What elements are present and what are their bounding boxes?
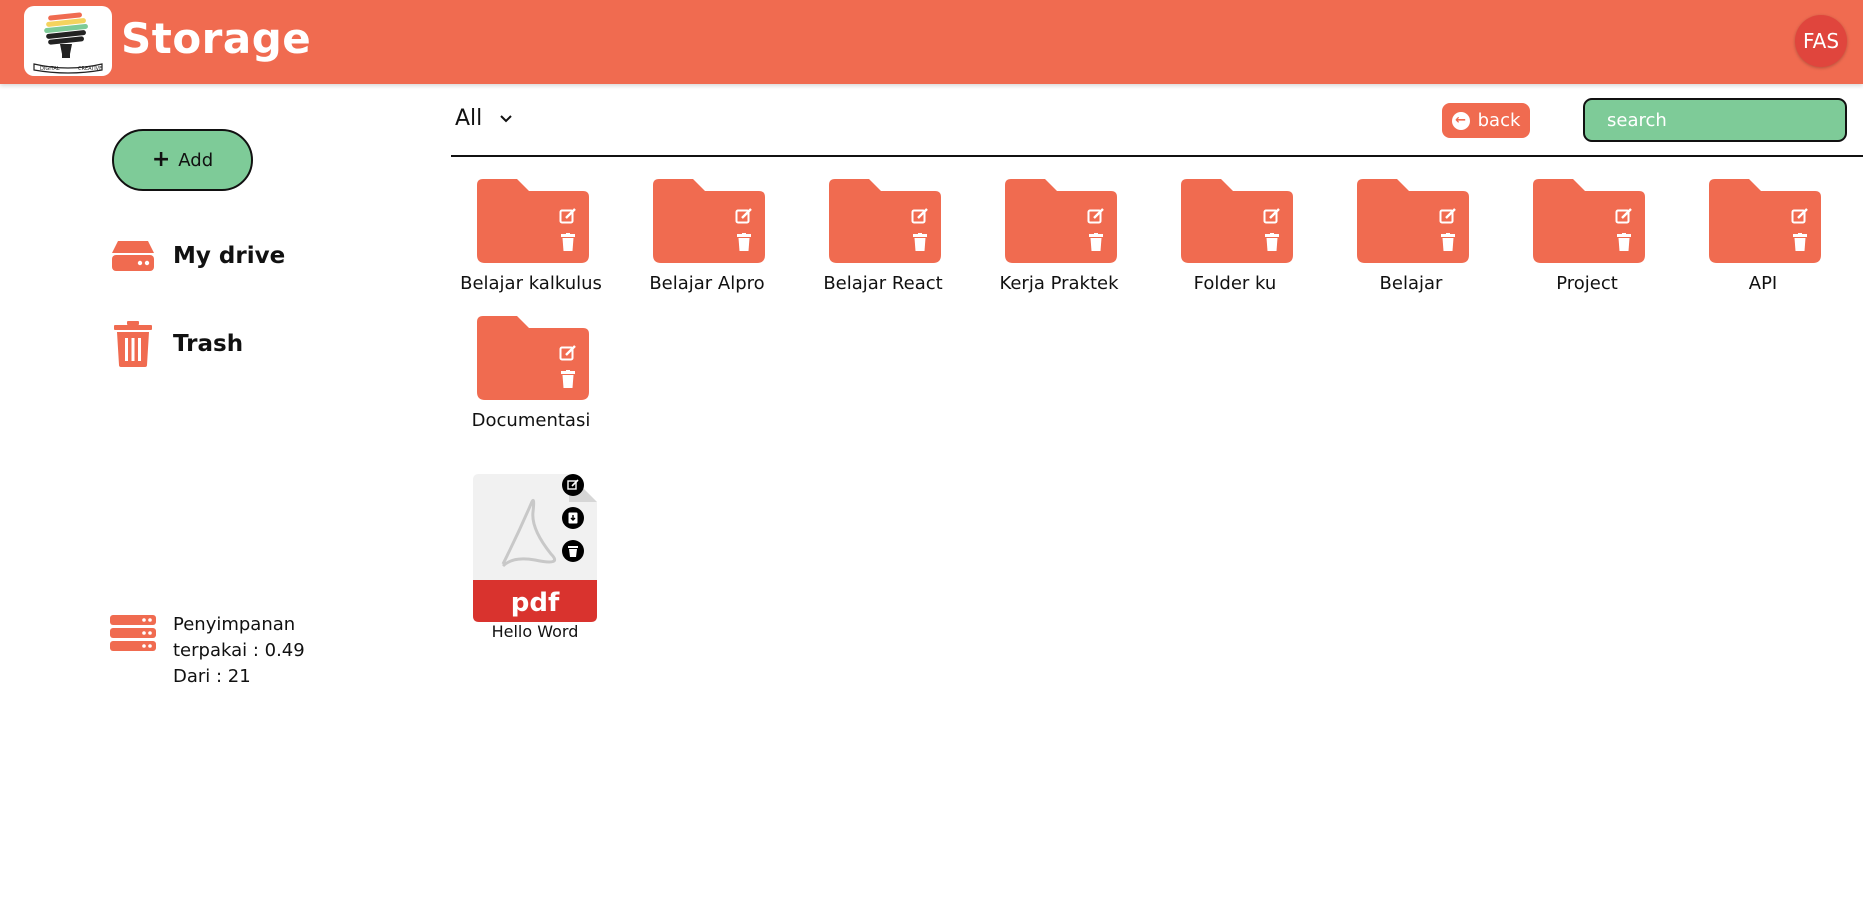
sidebar-item-my-drive[interactable]: My drive (110, 233, 285, 279)
sidebar-item-label: Trash (173, 331, 244, 357)
delete-icon[interactable] (562, 540, 584, 562)
folder-name: Project (1556, 273, 1618, 294)
edit-icon[interactable] (1263, 207, 1281, 225)
back-button-label: back (1477, 110, 1521, 131)
edit-icon[interactable] (559, 344, 577, 362)
filter-value: All (455, 106, 483, 131)
logo-text-right: CREATIVE (78, 66, 102, 72)
storage-usage: Penyimpanan terpakai : 0.49 Dari : 21 (110, 612, 305, 687)
file-type-label: pdf (511, 588, 560, 618)
logo-text-left: DIGITAL (40, 66, 60, 72)
folder-item[interactable]: Belajar (1331, 179, 1491, 299)
folder-item[interactable]: Kerja Praktek (979, 179, 1139, 299)
storage-line-1: Penyimpanan (173, 614, 296, 635)
folder-item[interactable]: Belajar Alpro (627, 179, 787, 299)
folder-item[interactable]: Belajar React (803, 179, 963, 299)
lightbulb-logo-icon: DIGITAL CREATIVE (33, 12, 103, 74)
arrow-left-circle-icon: ← (1451, 111, 1470, 130)
folder-item[interactable]: Documentasi (451, 316, 611, 436)
filter-select[interactable]: All (455, 106, 512, 131)
app-title: Storage (121, 14, 312, 63)
edit-icon[interactable] (911, 207, 929, 225)
folder-name: Belajar Alpro (649, 273, 765, 294)
folder-item[interactable]: Belajar kalkulus (451, 179, 611, 299)
folder-name: API (1748, 273, 1778, 294)
search-input[interactable] (1583, 98, 1847, 142)
folder-item[interactable]: API (1683, 179, 1843, 299)
edit-icon[interactable] (1087, 207, 1105, 225)
edit-icon[interactable] (559, 207, 577, 225)
storage-line-2: terpakai : 0.49 (173, 640, 305, 661)
download-icon[interactable] (562, 507, 584, 529)
storage-line-3: Dari : 21 (173, 666, 251, 687)
chevron-down-icon (500, 114, 512, 122)
delete-icon[interactable] (1793, 233, 1807, 251)
add-button-label: Add (178, 149, 214, 171)
edit-icon[interactable] (1791, 207, 1809, 225)
user-avatar[interactable]: FAS (1795, 15, 1847, 67)
folder-name: Belajar React (823, 273, 943, 294)
folder-item[interactable]: Folder ku (1155, 179, 1315, 299)
add-button[interactable]: + Add (112, 129, 253, 191)
delete-icon[interactable] (1441, 233, 1455, 251)
folder-name: Folder ku (1193, 273, 1277, 294)
edit-icon[interactable] (1439, 207, 1457, 225)
toolbar-divider (451, 155, 1863, 157)
hard-drive-icon (110, 233, 156, 279)
server-icon (110, 615, 156, 651)
delete-icon[interactable] (737, 233, 751, 251)
edit-icon[interactable] (562, 474, 584, 496)
app-logo[interactable]: DIGITAL CREATIVE (24, 6, 112, 76)
delete-icon[interactable] (1617, 233, 1631, 251)
folder-name: Kerja Praktek (999, 273, 1119, 294)
delete-icon[interactable] (1265, 233, 1279, 251)
folder-name: Belajar kalkulus (460, 273, 602, 294)
delete-icon[interactable] (913, 233, 927, 251)
delete-icon[interactable] (561, 233, 575, 251)
folder-name: Documentasi (471, 410, 591, 431)
folder-item[interactable]: Project (1507, 179, 1667, 299)
delete-icon[interactable] (561, 370, 575, 388)
trash-icon (110, 321, 156, 367)
back-button[interactable]: ← back (1442, 103, 1530, 138)
sidebar-item-label: My drive (173, 243, 286, 269)
edit-icon[interactable] (735, 207, 753, 225)
sidebar-item-trash[interactable]: Trash (110, 321, 243, 367)
edit-icon[interactable] (1615, 207, 1633, 225)
plus-icon: + (151, 147, 171, 172)
delete-icon[interactable] (1089, 233, 1103, 251)
file-name: Hello Word (491, 622, 579, 641)
folder-name: Belajar (1379, 273, 1443, 294)
top-bar: DIGITAL CREATIVE Storage FAS (0, 0, 1863, 84)
file-card-hello-word[interactable]: pdf Hello Word (473, 474, 597, 644)
